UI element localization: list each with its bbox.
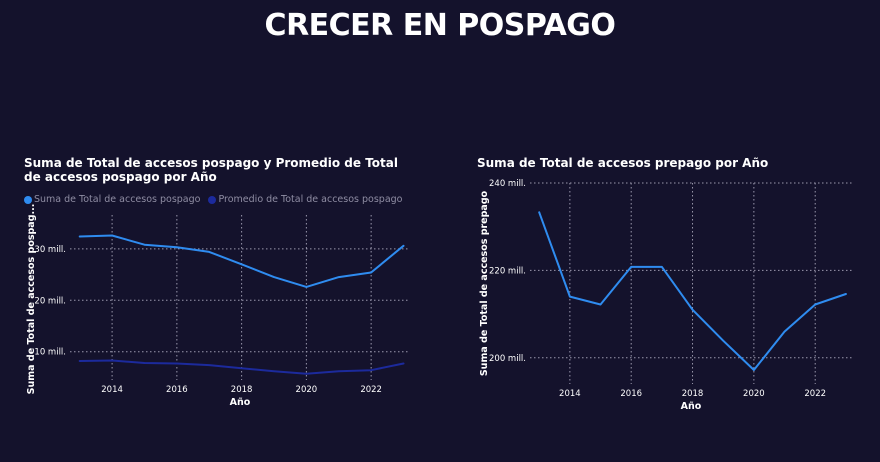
c1-x-tick-label: 2014 (559, 389, 581, 399)
c1-y-tick-label: 220 mill. (489, 266, 526, 276)
c1-x-axis-label: Año (681, 401, 702, 412)
c0-x-tick-label: 2016 (166, 385, 188, 395)
pospago-line-chart[interactable]: 10 mill. 20 mill. 30 mill. 2014 2016 2018 2020… (0, 0, 880, 462)
c1-y-axis-label: Suma de Total de accesos prepago (479, 190, 490, 376)
prepago-chart-panel: Suma de Total de accesos prepago por Año (477, 156, 857, 170)
c0-x-tick-label: 2020 (296, 385, 318, 395)
c0-x-tick-label: 2022 (360, 385, 382, 395)
c0-x-tick-label: 2018 (231, 385, 253, 395)
c0-y-tick-label: 20 mill. (34, 296, 66, 306)
c1-x-tick-label: 2016 (620, 389, 642, 399)
c0-x-axis-label: Año (230, 397, 251, 408)
c0-y-axis-label: Suma de Total de accesos pospag... (26, 204, 37, 395)
c1-x-tick-label: 2018 (682, 389, 704, 399)
c1-x-tick-label: 2022 (804, 389, 826, 399)
c1-y-tick-label: 240 mill. (489, 179, 526, 189)
c1-x-tick-label: 2020 (743, 389, 765, 399)
c1-y-tick-label: 200 mill. (489, 354, 526, 364)
prepago-chart-title: Suma de Total de accesos prepago por Año (477, 156, 769, 170)
c0-y-tick-label: 10 mill. (34, 348, 66, 358)
c0-y-tick-label: 30 mill. (34, 245, 66, 255)
c0-x-tick-label: 2014 (101, 385, 123, 395)
